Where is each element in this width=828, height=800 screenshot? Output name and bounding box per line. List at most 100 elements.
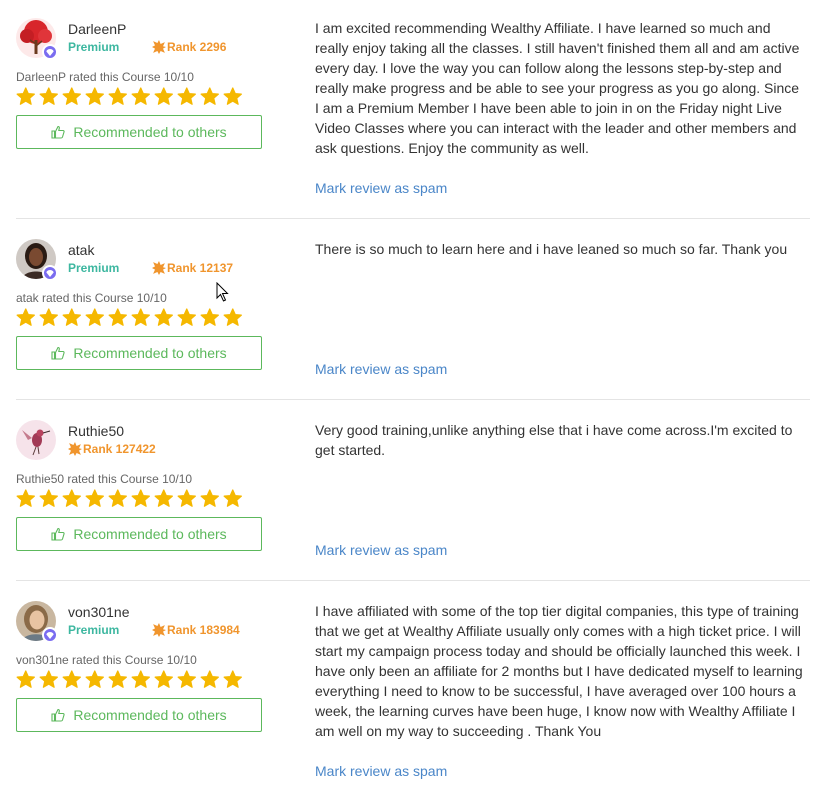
star-icon bbox=[131, 489, 150, 507]
review-item: von301ne Premium Rank 183984 von301ne ra… bbox=[0, 581, 828, 800]
rank-badge: Rank 2296 bbox=[152, 40, 226, 54]
star-icon bbox=[223, 489, 242, 507]
rank-badge: Rank 12137 bbox=[152, 261, 233, 275]
star-icon bbox=[39, 489, 58, 507]
star-icon bbox=[200, 489, 219, 507]
avatar[interactable] bbox=[16, 18, 58, 60]
review-text: Very good training,unlike anything else … bbox=[315, 422, 793, 458]
membership-badge: Premium bbox=[68, 261, 120, 275]
sun-icon bbox=[152, 623, 166, 637]
star-icon bbox=[131, 87, 150, 105]
star-icon bbox=[177, 489, 196, 507]
rank-label: Rank 127422 bbox=[83, 442, 156, 456]
star-icon bbox=[200, 670, 219, 688]
rating-text: Ruthie50 rated this Course 10/10 bbox=[16, 472, 193, 486]
star-icon bbox=[154, 87, 173, 105]
star-icon bbox=[131, 670, 150, 688]
star-icon bbox=[62, 308, 81, 326]
recommend-button[interactable]: Recommended to others bbox=[16, 336, 262, 370]
thumbs-up-icon bbox=[51, 346, 65, 360]
rank-label: Rank 2296 bbox=[167, 40, 227, 54]
star-icon bbox=[62, 489, 81, 507]
avatar[interactable] bbox=[16, 601, 58, 643]
star-icon bbox=[108, 489, 127, 507]
star-icon bbox=[85, 87, 104, 105]
mark-spam-link[interactable]: Mark review as spam bbox=[315, 542, 447, 558]
membership-badge: Premium bbox=[68, 40, 120, 54]
star-icon bbox=[85, 670, 104, 688]
review-text: There is so much to learn here and i hav… bbox=[315, 241, 788, 257]
review-item: DarleenP Premium Rank 2296 DarleenP rate… bbox=[0, 0, 828, 218]
star-icon bbox=[85, 489, 104, 507]
recommend-label: Recommended to others bbox=[73, 124, 227, 140]
thumbs-up-icon bbox=[51, 708, 65, 722]
review-item: Ruthie50 Rank 127422 Ruthie50 rated this… bbox=[0, 400, 828, 580]
username[interactable]: Ruthie50 bbox=[68, 423, 124, 439]
thumbs-up-icon bbox=[51, 527, 65, 541]
star-icon bbox=[177, 308, 196, 326]
star-icon bbox=[223, 308, 242, 326]
mouse-cursor-icon bbox=[216, 282, 229, 302]
star-icon bbox=[16, 489, 35, 507]
star-icon bbox=[16, 87, 35, 105]
star-icon bbox=[108, 308, 127, 326]
star-rating bbox=[16, 670, 243, 690]
star-icon bbox=[223, 87, 242, 105]
recommend-button[interactable]: Recommended to others bbox=[16, 698, 262, 732]
star-icon bbox=[154, 308, 173, 326]
thumbs-up-icon bbox=[51, 125, 65, 139]
star-icon bbox=[200, 308, 219, 326]
username[interactable]: atak bbox=[68, 242, 94, 258]
recommend-button[interactable]: Recommended to others bbox=[16, 115, 262, 149]
rank-label: Rank 183984 bbox=[167, 623, 240, 637]
star-icon bbox=[177, 87, 196, 105]
star-icon bbox=[200, 87, 219, 105]
recommend-label: Recommended to others bbox=[73, 345, 227, 361]
recommend-label: Recommended to others bbox=[73, 707, 227, 723]
star-icon bbox=[85, 308, 104, 326]
username[interactable]: DarleenP bbox=[68, 21, 126, 37]
username[interactable]: von301ne bbox=[68, 604, 130, 620]
star-rating bbox=[16, 308, 243, 328]
review-item: atak Premium Rank 12137 atak rated this … bbox=[0, 219, 828, 399]
star-icon bbox=[39, 308, 58, 326]
rating-text: DarleenP rated this Course 10/10 bbox=[16, 70, 194, 84]
mark-spam-link[interactable]: Mark review as spam bbox=[315, 763, 447, 779]
mark-spam-link[interactable]: Mark review as spam bbox=[315, 180, 447, 196]
avatar-image bbox=[16, 420, 56, 460]
sun-icon bbox=[152, 261, 166, 275]
avatar[interactable] bbox=[16, 239, 58, 281]
mark-spam-link[interactable]: Mark review as spam bbox=[315, 361, 447, 377]
star-rating bbox=[16, 87, 243, 107]
star-icon bbox=[131, 308, 150, 326]
rank-badge: Rank 183984 bbox=[152, 623, 240, 637]
star-rating bbox=[16, 489, 243, 509]
rank-badge: Rank 127422 bbox=[68, 442, 156, 456]
rank-label: Rank 12137 bbox=[167, 261, 234, 275]
star-icon bbox=[177, 670, 196, 688]
star-icon bbox=[62, 87, 81, 105]
star-icon bbox=[39, 87, 58, 105]
recommend-label: Recommended to others bbox=[73, 526, 227, 542]
sun-icon bbox=[152, 40, 166, 54]
rating-text: atak rated this Course 10/10 bbox=[16, 291, 167, 305]
star-icon bbox=[16, 308, 35, 326]
star-icon bbox=[39, 670, 58, 688]
avatar[interactable] bbox=[16, 420, 56, 460]
membership-badge: Premium bbox=[68, 623, 120, 637]
review-text: I have affiliated with some of the top t… bbox=[315, 603, 803, 739]
rating-text: von301ne rated this Course 10/10 bbox=[16, 653, 197, 667]
star-icon bbox=[108, 670, 127, 688]
review-text: I am excited recommending Wealthy Affili… bbox=[315, 20, 800, 156]
star-icon bbox=[108, 87, 127, 105]
recommend-button[interactable]: Recommended to others bbox=[16, 517, 262, 551]
diamond-icon bbox=[42, 44, 58, 60]
diamond-icon bbox=[42, 627, 58, 643]
star-icon bbox=[154, 489, 173, 507]
star-icon bbox=[16, 670, 35, 688]
diamond-icon bbox=[42, 265, 58, 281]
star-icon bbox=[154, 670, 173, 688]
sun-icon bbox=[68, 442, 82, 456]
star-icon bbox=[62, 670, 81, 688]
star-icon bbox=[223, 670, 242, 688]
